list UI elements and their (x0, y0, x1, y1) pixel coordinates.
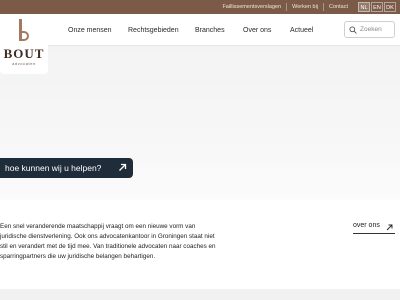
logo-mark-icon (19, 19, 29, 41)
search-box[interactable] (344, 21, 395, 38)
nav-actueel[interactable]: Actueel (290, 27, 313, 34)
logo[interactable]: BOUT advocaten (0, 14, 48, 74)
intro-line: Een snel veranderende maatschappij vraag… (0, 223, 196, 230)
intro-line: sparringpartners die uw juridische belan… (0, 253, 156, 260)
intro-text: Een snel veranderende maatschappij vraag… (0, 222, 240, 262)
lang-en[interactable]: EN (371, 2, 383, 12)
help-cta-label: hoe kunnen wij u helpen? (5, 163, 102, 173)
nav-onze-mensen[interactable]: Onze mensen (68, 27, 112, 34)
help-cta-button[interactable]: hoe kunnen wij u helpen? (0, 158, 133, 178)
language-switcher: NL EN DK (357, 2, 396, 12)
over-ons-label: over ons (353, 222, 380, 229)
arrow-up-right-icon (386, 224, 393, 231)
logo-subtitle: advocaten (12, 61, 36, 66)
nav-branches[interactable]: Branches (195, 27, 225, 34)
search-input[interactable] (360, 26, 394, 33)
intro-line: juridische dienstverlening. Ook ons advo… (0, 233, 215, 240)
search-icon (349, 25, 357, 34)
link-werken-bij[interactable]: Werken bij (287, 3, 325, 11)
section-divider (0, 289, 400, 300)
utility-links: Faillissementsverslagen Werken bij Conta… (217, 0, 396, 14)
link-contact[interactable]: Contact (324, 3, 353, 11)
nav-rechtsgebieden[interactable]: Rechtsgebieden (128, 27, 179, 34)
logo-wordmark: BOUT (3, 46, 45, 61)
link-faillissementsverslagen[interactable]: Faillissementsverslagen (217, 3, 288, 11)
nav-over-ons[interactable]: Over ons (243, 27, 271, 34)
intro-line: stil en verandert met de tijd mee. Van t… (0, 243, 216, 250)
lang-dk[interactable]: DK (384, 2, 396, 12)
over-ons-link[interactable]: over ons (353, 222, 395, 234)
arrow-up-right-icon (119, 163, 127, 171)
lang-nl[interactable]: NL (358, 2, 370, 12)
top-utility-bar: Faillissementsverslagen Werken bij Conta… (0, 0, 400, 14)
